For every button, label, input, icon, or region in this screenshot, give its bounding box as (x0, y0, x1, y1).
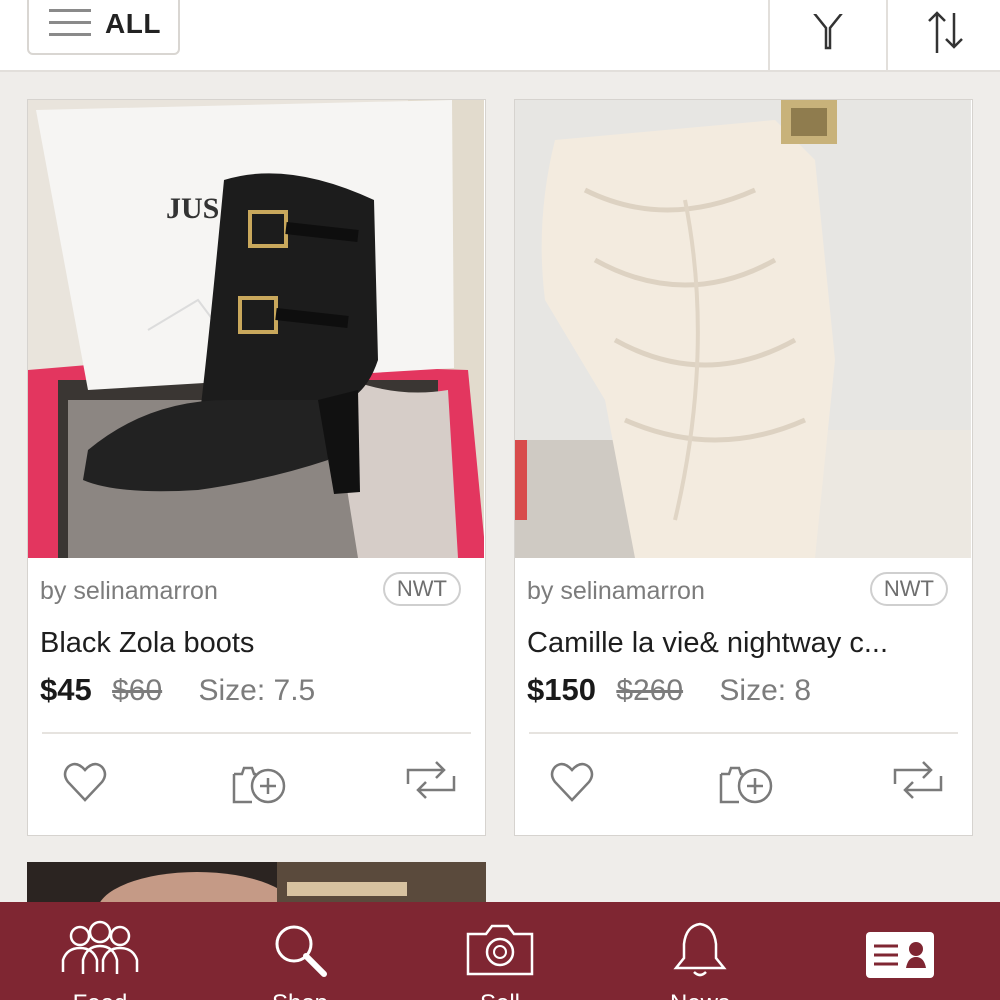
condition-badge: NWT (382, 572, 461, 606)
like-button[interactable] (62, 760, 108, 804)
closet-card-icon (866, 932, 934, 978)
nav-news[interactable]: News (600, 902, 800, 1000)
search-icon (275, 925, 327, 977)
listing-size: Size: 7.5 (198, 674, 316, 707)
sort-arrows-icon (928, 11, 963, 53)
price-row: $45 $60 Size: 7.5 (40, 672, 315, 708)
seller-name[interactable]: by selinamarron (40, 577, 218, 606)
sort-button[interactable] (886, 0, 1000, 72)
listing-photo-dress[interactable] (515, 100, 971, 558)
nav-feed[interactable]: Feed (0, 902, 200, 1000)
price-row: $150 $260 Size: 8 (527, 672, 811, 708)
nav-sell[interactable]: Sell (400, 902, 600, 1000)
share-icon (406, 761, 456, 799)
nav-shop[interactable]: Shop (200, 902, 400, 1000)
people-icon (61, 920, 139, 974)
original-price: $60 (112, 674, 163, 707)
share-button[interactable] (404, 760, 458, 804)
add-to-bundle-button[interactable] (230, 760, 290, 804)
category-filter-label: ALL (105, 7, 161, 39)
listing-title[interactable]: Camille la vie& nightway c... (527, 627, 947, 660)
bottom-nav: Feed Shop Sell News (0, 902, 1000, 1000)
camera-icon (466, 924, 534, 976)
share-icon (893, 761, 943, 799)
filter-button[interactable] (768, 0, 886, 72)
nav-label: News (600, 990, 800, 1000)
svg-text:JUS: JUS (166, 192, 219, 225)
listing-size: Size: 8 (719, 674, 812, 707)
funnel-icon (813, 14, 843, 50)
bell-icon (673, 922, 727, 977)
listing-photo-boots[interactable]: JUS (28, 100, 484, 558)
share-button[interactable] (891, 760, 945, 804)
condition-badge: NWT (869, 572, 948, 606)
divider (42, 732, 471, 734)
bundle-add-icon (719, 766, 773, 804)
listing-price: $45 (40, 672, 92, 707)
category-filter-button[interactable]: ALL (27, 0, 180, 55)
heart-icon (550, 762, 594, 802)
hamburger-icon (49, 8, 91, 39)
listing-card[interactable]: JUS by selinamarron NWT Black Zola boots… (27, 99, 486, 836)
bundle-add-icon (232, 766, 286, 804)
original-price: $260 (616, 674, 684, 707)
add-to-bundle-button[interactable] (717, 760, 777, 804)
nav-my-closet[interactable] (800, 902, 1000, 1000)
listing-price: $150 (527, 672, 596, 707)
like-button[interactable] (549, 760, 595, 804)
nav-label: Shop (200, 990, 400, 1000)
divider (529, 732, 958, 734)
seller-name[interactable]: by selinamarron (527, 577, 705, 606)
heart-icon (63, 762, 107, 802)
top-bar: ALL (0, 0, 1000, 72)
listing-card[interactable]: by selinamarron NWT Camille la vie& nigh… (514, 99, 973, 836)
nav-label: Feed (0, 990, 200, 1000)
listing-title[interactable]: Black Zola boots (40, 627, 460, 660)
nav-label: Sell (400, 990, 600, 1000)
